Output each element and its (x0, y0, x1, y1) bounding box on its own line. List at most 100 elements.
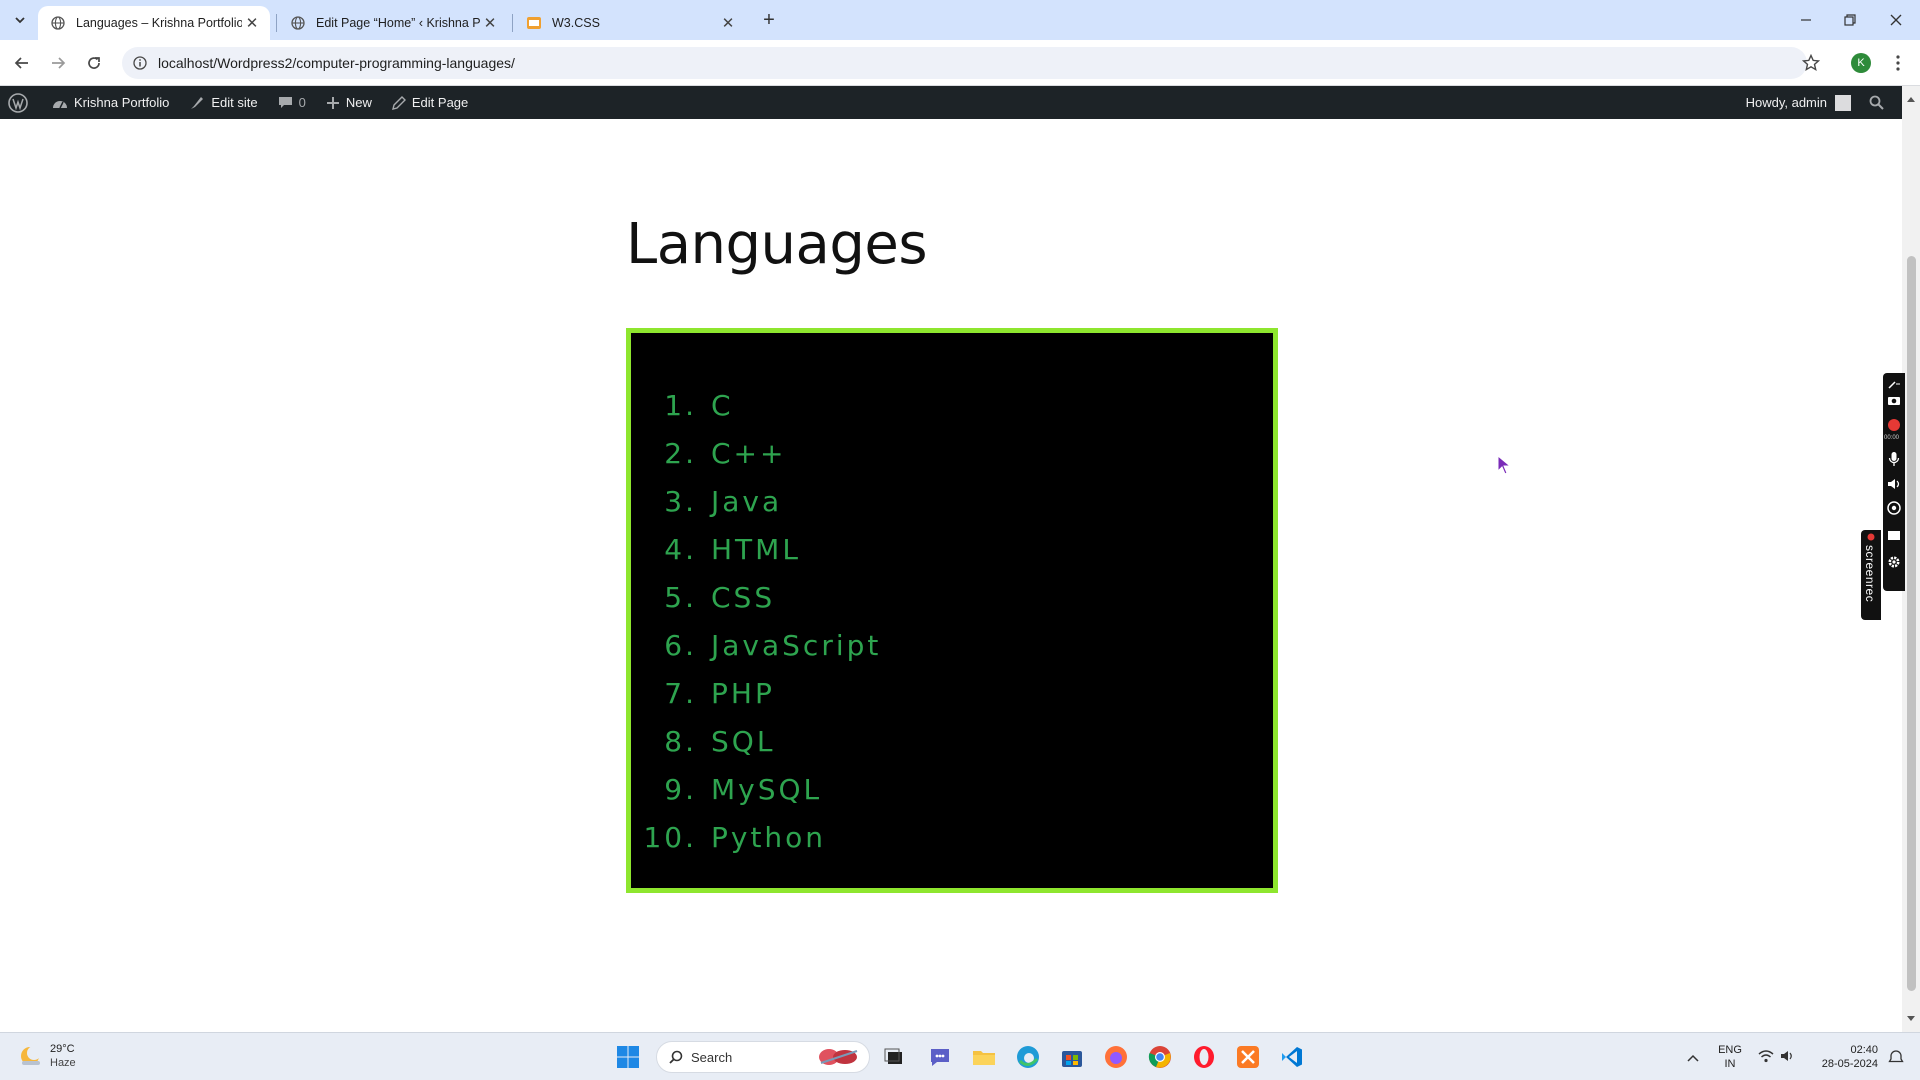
comments-count: 0 (298, 95, 306, 110)
language-indicator[interactable]: ENG IN (1716, 1043, 1744, 1071)
webcam-icon[interactable] (1887, 501, 1901, 520)
w3css-favicon-icon (526, 15, 542, 31)
chrome-icon[interactable] (1147, 1044, 1173, 1070)
screenrec-tab[interactable]: screenrec (1861, 530, 1881, 620)
search-icon (669, 1050, 683, 1064)
task-view-icon[interactable] (881, 1044, 907, 1070)
edit-site-link[interactable]: Edit site (179, 86, 267, 119)
xampp-icon[interactable] (1235, 1044, 1261, 1070)
edge-browser-icon[interactable] (1015, 1044, 1041, 1070)
tab-title: Languages – Krishna Portfolio (76, 16, 242, 30)
new-content-link[interactable]: New (316, 86, 382, 119)
chat-icon[interactable] (927, 1044, 953, 1070)
tab-title: W3.CSS (552, 16, 600, 30)
scroll-up-arrow-icon[interactable] (1906, 90, 1916, 108)
tab-edit-page[interactable]: Edit Page “Home” ‹ Krishna Por ✕ (278, 6, 508, 40)
list-item: 7. PHP (631, 669, 1273, 717)
search-highlight-icon (819, 1049, 858, 1065)
minimize-icon[interactable] (1794, 10, 1818, 30)
list-item: 5. CSS (631, 573, 1273, 621)
browser-toolbar: localhost/Wordpress2/computer-programmin… (0, 40, 1920, 86)
weather-widget[interactable]: 29°C Haze (18, 1042, 76, 1070)
languages-list: 1. C 2. C++ 3. Java 4. HTML 5. CSS 6. JavaScri… (631, 381, 1273, 861)
new-label: New (345, 95, 372, 110)
list-item: 8. SQL (631, 717, 1273, 765)
my-account-link[interactable]: Howdy, admin (1736, 86, 1857, 119)
vscode-icon[interactable] (1279, 1044, 1305, 1070)
windows-start-icon[interactable] (616, 1045, 640, 1074)
tab-title: Edit Page “Home” ‹ Krishna Por (316, 16, 480, 30)
edit-site-label: Edit site (211, 95, 258, 110)
microphone-icon[interactable] (1888, 451, 1900, 472)
item-name: Java (711, 484, 783, 518)
restore-icon[interactable] (1838, 10, 1862, 30)
reload-icon[interactable] (82, 51, 106, 75)
list-item: 3. Java (631, 477, 1273, 525)
close-tab-icon[interactable]: ✕ (718, 13, 738, 33)
item-name: HTML (711, 532, 801, 566)
address-bar[interactable]: localhost/Wordpress2/computer-programmin… (122, 47, 1807, 79)
item-name: PHP (711, 676, 775, 710)
new-tab-icon[interactable]: + (758, 9, 780, 31)
camera-icon[interactable] (1887, 393, 1901, 411)
list-item: 10. Python (631, 813, 1273, 861)
site-info-icon[interactable] (132, 55, 148, 71)
weather-temp: 29°C (50, 1043, 75, 1055)
show-hidden-icons-icon[interactable] (1687, 1050, 1699, 1068)
back-icon[interactable] (10, 51, 34, 75)
item-name: Python (711, 820, 827, 854)
close-tab-icon[interactable]: ✕ (242, 13, 262, 33)
windows-taskbar: 29°C Haze Search ENG IN 02:40 28-05-2024 (0, 1032, 1920, 1080)
list-item: 9. MySQL (631, 765, 1273, 813)
taskbar-search-box[interactable]: Search (656, 1041, 870, 1073)
item-number: 3. (664, 484, 697, 518)
comments-link[interactable]: 0 (268, 86, 316, 119)
tab-list-chevron-icon[interactable] (10, 10, 30, 30)
brush-icon (191, 96, 204, 109)
clock[interactable]: 02:40 28-05-2024 (1806, 1043, 1878, 1071)
clock-time: 02:40 (1850, 1044, 1878, 1056)
browser-menu-icon[interactable] (1888, 52, 1908, 74)
site-name-link[interactable]: Krishna Portfolio (42, 86, 179, 119)
speaker-icon[interactable] (1887, 477, 1901, 495)
weather-moon-icon (21, 1046, 41, 1065)
search-placeholder: Search (691, 1049, 733, 1065)
screens-icon[interactable] (1887, 529, 1901, 547)
search-icon[interactable] (1857, 86, 1902, 119)
wifi-icon[interactable] (1758, 1049, 1774, 1068)
item-number: 9. (664, 772, 697, 806)
firefox-icon[interactable] (1103, 1044, 1129, 1070)
item-number: 7. (664, 676, 697, 710)
screenrec-label: screenrec (1863, 545, 1877, 603)
url-text: localhost/Wordpress2/computer-programmin… (158, 55, 515, 71)
scrollbar-thumb[interactable] (1907, 256, 1916, 991)
volume-icon[interactable] (1780, 1049, 1794, 1068)
store-icon[interactable] (1059, 1044, 1085, 1070)
edit-page-link[interactable]: Edit Page (382, 86, 478, 119)
scroll-down-arrow-icon[interactable] (1906, 1010, 1916, 1028)
opera-icon[interactable] (1191, 1044, 1217, 1070)
close-window-icon[interactable] (1884, 10, 1908, 30)
tab-w3css[interactable]: W3.CSS ✕ (514, 6, 746, 40)
pen-icon[interactable] (1887, 377, 1901, 389)
file-explorer-icon[interactable] (971, 1044, 997, 1070)
wp-admin-bar: Krishna Portfolio Edit site 0 New Edit P… (0, 86, 1902, 119)
forward-icon[interactable] (46, 51, 70, 75)
pencil-icon (391, 95, 406, 110)
settings-gear-icon[interactable] (1887, 555, 1901, 574)
item-name: C++ (711, 436, 787, 470)
globe-icon (50, 15, 66, 31)
tab-languages[interactable]: Languages – Krishna Portfolio ✕ (38, 6, 270, 40)
close-tab-icon[interactable]: ✕ (480, 13, 500, 33)
notification-bell-icon[interactable] (1888, 1049, 1904, 1070)
bookmark-star-icon[interactable] (1800, 52, 1822, 74)
tab-separator (276, 14, 277, 32)
page-title: Languages (626, 212, 928, 277)
profile-avatar[interactable]: K (1851, 53, 1871, 73)
list-item: 4. HTML (631, 525, 1273, 573)
wordpress-logo-icon[interactable] (0, 86, 42, 119)
clock-date: 28-05-2024 (1821, 1058, 1878, 1070)
weather-desc: Haze (50, 1057, 76, 1069)
language-top: ENG (1718, 1044, 1742, 1056)
item-number: 1. (664, 388, 697, 422)
